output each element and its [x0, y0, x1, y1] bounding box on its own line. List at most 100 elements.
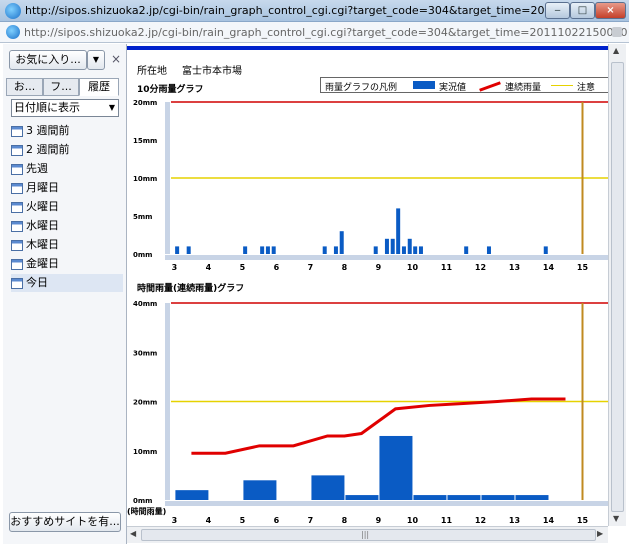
history-item-label: 今日 — [26, 276, 48, 289]
hourly-rain-bar — [481, 495, 515, 500]
rain-bar — [464, 246, 469, 254]
hourly-rain-bar — [243, 480, 277, 500]
x-tick-label: 4 — [206, 516, 212, 525]
horizontal-scrollbar[interactable]: ◀ ||| ▶ — [127, 526, 608, 543]
scroll-down-icon[interactable]: ▼ — [613, 514, 619, 523]
history-item-today[interactable]: 今日 — [11, 274, 123, 292]
y-tick-label: 15mm — [133, 137, 157, 145]
sidebar-close-icon[interactable]: × — [111, 52, 121, 66]
history-item-label: 火曜日 — [26, 200, 59, 213]
history-item-label: 金曜日 — [26, 257, 59, 270]
rain-bar — [418, 246, 423, 254]
history-item[interactable]: 金曜日 — [11, 255, 123, 273]
calendar-icon — [11, 220, 23, 232]
page-content: 所在地 富士市本市場 雨量グラフの凡例 実況値 連続雨量 注意 10分雨量グラフ… — [127, 44, 620, 526]
calendar-icon — [11, 163, 23, 175]
favorites-button[interactable]: お気に入り... — [9, 50, 87, 70]
calendar-icon — [11, 277, 23, 289]
x-tick-label: 10 — [407, 516, 419, 525]
chart-title: 時間雨量(連続雨量)グラフ — [137, 282, 244, 294]
rain-bar — [322, 246, 327, 254]
hourly-rain-bar — [413, 495, 447, 500]
x-tick-label: 6 — [274, 263, 280, 272]
history-item-label: 月曜日 — [26, 181, 59, 194]
x-tick-label: 11 — [441, 263, 453, 272]
x-tick-label: 9 — [376, 263, 382, 272]
rain-bar — [390, 238, 395, 254]
close-window-button[interactable]: × — [595, 2, 626, 19]
rain-bar — [407, 238, 412, 254]
x-tick-label: 5 — [240, 263, 246, 272]
x-tick-label: 7 — [308, 263, 314, 272]
x-tick-label: 14 — [543, 263, 555, 272]
x-tick-label: 7 — [308, 516, 314, 525]
history-item-label: 3 週間前 — [26, 124, 70, 137]
chart-title: 10分雨量グラフ — [137, 83, 204, 95]
window-title: http://sipos.shizuoka2.jp/cgi-bin/rain_g… — [25, 4, 545, 17]
suggested-sites-button[interactable]: おすすめサイトを有... — [9, 512, 121, 532]
x-tick-label: 12 — [475, 263, 486, 272]
history-item-label: 先週 — [26, 162, 48, 175]
history-item[interactable]: 火曜日 — [11, 198, 123, 216]
y-tick-label: 30mm — [133, 349, 157, 357]
calendar-icon — [11, 239, 23, 251]
history-item[interactable]: 水曜日 — [11, 217, 123, 235]
history-item[interactable]: 木曜日 — [11, 236, 123, 254]
history-item[interactable]: 2 週間前 — [11, 141, 123, 159]
x-tick-label: 10 — [407, 263, 419, 272]
vertical-scroll-thumb[interactable] — [611, 62, 624, 512]
hourly-rain-chart: 時間雨量(連続雨量)グラフ 40mm 30mm 20mm 10mm 0mm 3 4 5 6 7 8 9 1… — [127, 282, 608, 525]
x-tick-label: 13 — [509, 263, 520, 272]
y-axis-band — [165, 303, 170, 500]
hourly-rain-bar — [175, 490, 209, 500]
rain-bar — [384, 238, 389, 254]
location-value: 富士市本市場 — [182, 66, 242, 77]
y-tick-label: 20mm — [133, 99, 157, 107]
y-axis-band — [165, 102, 170, 254]
y-tick-label: 0mm — [133, 251, 152, 259]
history-item-label: 2 週間前 — [26, 143, 70, 156]
x-tick-label: 5 — [240, 516, 246, 525]
tab-feeds[interactable]: フ... — [43, 78, 79, 96]
y-tick-label: 20mm — [133, 399, 157, 407]
url-text[interactable]: http://sipos.shizuoka2.jp/cgi-bin/rain_g… — [24, 26, 627, 39]
tab-favorites[interactable]: お... — [6, 78, 43, 96]
minimize-button[interactable]: ‒ — [545, 2, 570, 19]
tab-history[interactable]: 履歴 — [79, 78, 119, 96]
history-view-select[interactable]: 日付順に表示 ▼ — [11, 99, 119, 117]
maximize-button[interactable]: □ — [570, 2, 595, 19]
hourly-rain-bar — [515, 495, 549, 500]
rain-bar — [339, 231, 344, 254]
favorites-dropdown-icon[interactable]: ▼ — [87, 50, 105, 70]
rain-bar — [186, 246, 191, 254]
rain-bar — [396, 208, 401, 254]
hourly-rain-bar — [345, 495, 379, 500]
vertical-scrollbar[interactable]: ▲ ▼ — [608, 44, 626, 526]
scroll-left-icon[interactable]: ◀ — [130, 529, 136, 538]
calendar-icon — [11, 201, 23, 213]
history-item[interactable]: 先週 — [11, 160, 123, 178]
rain-bar — [271, 246, 276, 254]
scroll-right-icon[interactable]: ▶ — [597, 529, 603, 538]
hourly-rain-bar — [311, 475, 345, 500]
rain-bar — [543, 246, 548, 254]
history-item[interactable]: 月曜日 — [11, 179, 123, 197]
x-tick-label: 3 — [172, 263, 178, 272]
calendar-icon — [11, 144, 23, 156]
address-bar[interactable]: http://sipos.shizuoka2.jp/cgi-bin/rain_g… — [0, 22, 629, 43]
history-item-label: 木曜日 — [26, 238, 59, 251]
y-tick-label: 0mm — [133, 497, 152, 505]
x-axis-band — [165, 501, 608, 506]
chevron-down-icon: ▼ — [108, 103, 115, 112]
hourly-rain-bar — [379, 435, 413, 500]
location-label: 所在地 — [137, 66, 167, 77]
x-tick-label: 14 — [543, 516, 555, 525]
history-item[interactable]: 3 週間前 — [11, 122, 123, 140]
history-view-select-label: 日付順に表示 — [14, 101, 80, 114]
rain-bar — [243, 246, 248, 254]
feed-icon[interactable] — [612, 27, 622, 37]
ie-icon — [5, 3, 21, 19]
x-tick-label: 11 — [441, 516, 453, 525]
scroll-up-icon[interactable]: ▲ — [613, 46, 619, 55]
history-item-label: 水曜日 — [26, 219, 59, 232]
